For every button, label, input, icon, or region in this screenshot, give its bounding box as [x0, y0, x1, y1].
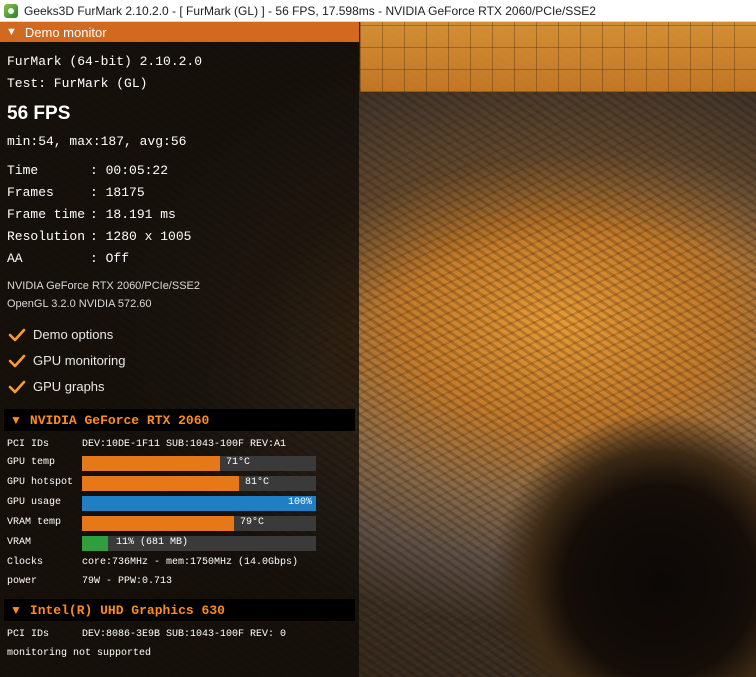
app-version: FurMark (64-bit) 2.10.2.0	[7, 54, 203, 69]
gpu-metric-label: VRAM	[7, 537, 32, 548]
collapse-triangle-icon[interactable]: ▼	[6, 26, 17, 38]
gpu-metric-bar: 71°C	[82, 456, 316, 471]
gpu-metric-bar-fill	[82, 456, 220, 471]
clocks-value: core:736MHz - mem:1750MHz (14.0Gbps)	[82, 557, 299, 568]
furmark-app-icon	[4, 3, 18, 18]
clocks-label: Clocks	[7, 557, 44, 568]
gpu-metric-label: GPU temp	[7, 457, 56, 468]
stat-frames: Frames	[7, 185, 54, 200]
gpu-metric-value: 79°C	[240, 517, 265, 528]
gpu-metric-bar-fill	[82, 496, 316, 511]
power-value: 79W - PPW:0.713	[82, 576, 173, 587]
gpu2-name: Intel(R) UHD Graphics 630	[29, 602, 225, 618]
checkbox-gpu-monitoring[interactable]: GPU monitoring	[33, 353, 125, 368]
stat-frames-value: : 18175	[90, 185, 145, 200]
gpu-metric-label: VRAM temp	[7, 517, 62, 528]
stat-aa: AA	[7, 251, 23, 266]
demo-monitor-panel: ▼ Demo monitor FurMark (64-bit) 2.10.2.0…	[0, 22, 359, 677]
gpu1-name: NVIDIA GeForce RTX 2060	[29, 412, 210, 428]
gpu-metric-bar-fill	[82, 516, 234, 531]
gpu-metric-label: GPU hotspot	[7, 477, 74, 488]
gpu1-pci-label: PCI IDs	[7, 439, 50, 450]
stat-frame-time-value: : 18.191 ms	[90, 207, 176, 222]
gpu2-pci-value: DEV:8086-3E9B SUB:1043-100F REV: 0	[82, 629, 287, 640]
gpu-metric-value: 81°C	[245, 477, 270, 488]
fps-stats: min:54, max:187, avg:56	[7, 134, 187, 149]
gpu2-section-header[interactable]: ▼ Intel(R) UHD Graphics 630	[4, 599, 355, 621]
test-name: Test: FurMark (GL)	[7, 76, 148, 91]
gpu-metric-bar-fill	[82, 476, 239, 491]
gpu-metric-bar: 79°C	[82, 516, 316, 531]
gpu-metric-value: 100%	[287, 497, 312, 508]
gpu2-pci-label: PCI IDs	[7, 629, 50, 640]
stat-time-value: : 00:05:22	[90, 163, 169, 178]
collapse-triangle-icon[interactable]: ▼	[10, 603, 22, 617]
gpu1-section-header[interactable]: ▼ NVIDIA GeForce RTX 2060	[4, 409, 355, 431]
gpu-metric-bar-fill	[82, 536, 108, 551]
gpu-metric-value: 11% (681 MB)	[116, 537, 189, 548]
stat-resolution-value: : 1280 x 1005	[90, 229, 192, 244]
window-titlebar[interactable]: Geeks3D FurMark 2.10.2.0 - [ FurMark (GL…	[0, 0, 756, 22]
demo-monitor-title: Demo monitor	[24, 24, 107, 40]
gpu-metric-label: GPU usage	[7, 497, 62, 508]
gpu2-monitoring-note: monitoring not supported	[7, 648, 152, 659]
stat-time: Time	[7, 163, 39, 178]
stat-frame-time: Frame time	[7, 207, 86, 222]
gpu-metric-bar: 11% (681 MB)	[82, 536, 316, 551]
gpu-metric-bar: 100%	[82, 496, 316, 511]
stat-aa-value: : Off	[90, 251, 130, 266]
demo-monitor-header[interactable]: ▼ Demo monitor	[0, 22, 359, 42]
background-tiles	[360, 22, 756, 92]
window-title: Geeks3D FurMark 2.10.2.0 - [ FurMark (GL…	[24, 3, 596, 18]
opengl-string: OpenGL 3.2.0 NVIDIA 572.60	[7, 298, 152, 310]
checkbox-gpu-graphs[interactable]: GPU graphs	[33, 379, 105, 394]
power-label: power	[7, 576, 38, 587]
stat-resolution: Resolution	[7, 229, 86, 244]
gpu-metric-bar: 81°C	[82, 476, 316, 491]
collapse-triangle-icon[interactable]: ▼	[10, 413, 22, 427]
renderer-string: NVIDIA GeForce RTX 2060/PCIe/SSE2	[7, 280, 200, 292]
checkmark-icon[interactable]	[8, 352, 26, 370]
checkbox-demo-options[interactable]: Demo options	[33, 327, 113, 342]
checkmark-icon[interactable]	[8, 378, 26, 396]
fps-readout: 56 FPS	[7, 103, 71, 124]
checkmark-icon[interactable]	[8, 326, 26, 344]
gpu-metric-value: 71°C	[226, 457, 251, 468]
gpu1-pci-value: DEV:10DE-1F11 SUB:1043-100F REV:A1	[82, 439, 287, 450]
